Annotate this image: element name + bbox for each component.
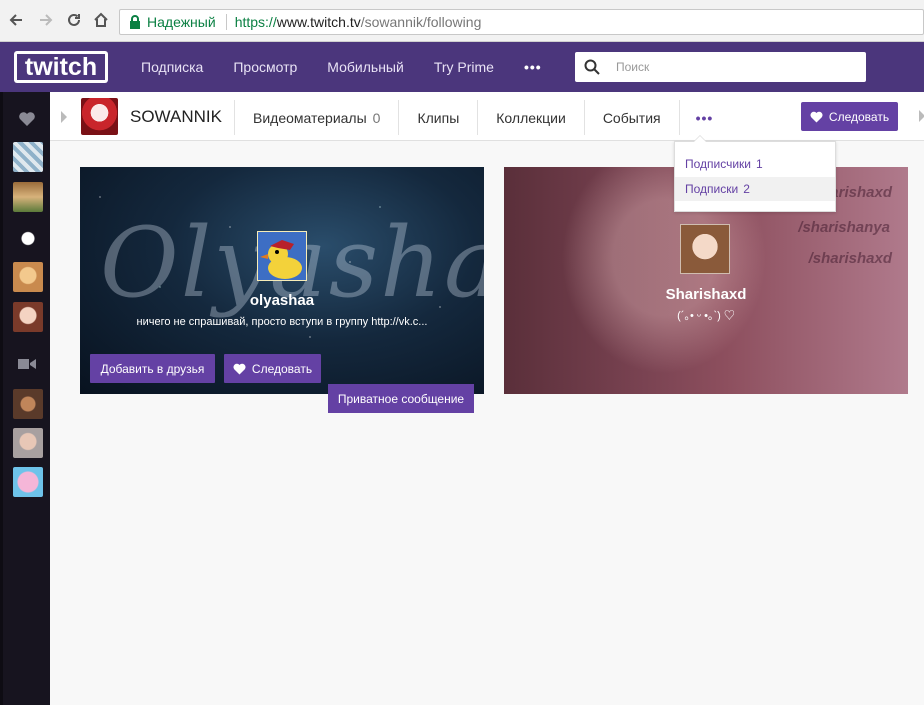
forward-arrow-icon[interactable] xyxy=(36,10,56,30)
url-host: www.twitch.tv xyxy=(276,14,361,30)
nav-subscriptions[interactable]: Подписка xyxy=(126,59,218,75)
banner-text-2: /sharishanya xyxy=(798,219,890,236)
add-friend-button[interactable]: Добавить в друзья xyxy=(90,354,215,383)
followed-avatar-2[interactable] xyxy=(13,182,43,212)
tab-events[interactable]: События xyxy=(583,100,679,135)
url-scheme: https:// xyxy=(234,14,277,30)
tab-clips-label: Клипы xyxy=(417,109,460,126)
channel-follow-label: Следовать xyxy=(828,109,890,124)
collapse-caret-icon[interactable] xyxy=(61,111,67,123)
tab-videos-label: Видеоматериалы xyxy=(253,109,367,126)
private-message-button[interactable]: Приватное сообщение xyxy=(328,384,474,413)
tab-more-button[interactable]: ••• xyxy=(678,100,730,135)
address-divider xyxy=(225,14,227,30)
followed-avatar-5[interactable] xyxy=(13,302,43,332)
card-follow-button[interactable]: Следовать xyxy=(224,354,321,383)
dropdown-item-following[interactable]: Подписки 2 xyxy=(675,177,835,201)
followed-avatar-4[interactable] xyxy=(13,262,43,292)
card-bio: (´｡• ᵕ •｡`) ♡ xyxy=(677,310,735,322)
dropdown-following-count: 2 xyxy=(743,182,750,196)
url-path: /sowannik/following xyxy=(360,14,482,30)
dropdown-item-followers[interactable]: Подписчики 1 xyxy=(675,152,835,176)
twitch-logo[interactable]: twitch xyxy=(12,48,110,86)
card-username[interactable]: olyashaa xyxy=(80,292,484,309)
dropdown-followers-count: 1 xyxy=(756,157,763,171)
secure-label: Надежный xyxy=(147,14,216,30)
card-avatar[interactable] xyxy=(257,231,307,281)
search-icon xyxy=(584,59,600,75)
channel-follow-button[interactable]: Следовать xyxy=(801,102,898,131)
logo-text: twitch xyxy=(25,53,97,81)
nav-mobile[interactable]: Мобильный xyxy=(312,59,419,75)
tab-videos-count: 0 xyxy=(372,109,381,126)
channel-avatar[interactable] xyxy=(81,98,118,135)
channel-name[interactable]: SOWANNIK xyxy=(130,107,222,127)
left-sidebar xyxy=(0,92,50,705)
heart-icon xyxy=(233,363,246,374)
twitch-topbar: twitch Подписка Просмотр Мобильный Try P… xyxy=(0,42,924,92)
followed-avatar-3[interactable] xyxy=(13,222,43,252)
more-dropdown-menu: Подписчики 1 Подписки 2 xyxy=(674,135,836,212)
nav-more-button[interactable]: ••• xyxy=(509,59,557,75)
card-username[interactable]: Sharishaxd xyxy=(504,286,908,303)
tab-clips[interactable]: Клипы xyxy=(398,100,477,135)
top-nav: Подписка Просмотр Мобильный Try Prime ••… xyxy=(126,42,557,92)
tab-videos[interactable]: Видеоматериалы 0 xyxy=(234,100,398,135)
card-follow-label: Следовать xyxy=(251,361,313,376)
address-bar[interactable]: Надежный https://www.twitch.tv/sowannik/… xyxy=(119,9,924,35)
search-box[interactable] xyxy=(575,52,866,82)
browser-toolbar: Надежный https://www.twitch.tv/sowannik/… xyxy=(0,0,924,42)
channel-card-olyashaa[interactable]: Olyasha olyashaa ничего не спрашивай, пр… xyxy=(80,167,484,394)
heart-icon xyxy=(810,111,823,122)
card-bio: ничего не спрашивай, просто вступи в гру… xyxy=(136,316,428,328)
expand-caret-icon[interactable] xyxy=(919,110,924,122)
reload-icon[interactable] xyxy=(64,10,84,30)
dropdown-following-label: Подписки xyxy=(685,182,739,196)
lock-icon xyxy=(130,15,140,29)
live-avatar-2[interactable] xyxy=(13,428,43,458)
dropdown-followers-label: Подписчики xyxy=(685,157,752,171)
banner-text-3: /sharishaxd xyxy=(808,250,892,267)
nav-browse[interactable]: Просмотр xyxy=(218,59,312,75)
nav-try-prime[interactable]: Try Prime xyxy=(419,59,509,75)
home-icon[interactable] xyxy=(91,10,111,30)
card-avatar[interactable] xyxy=(680,224,730,274)
channel-tabs: Видеоматериалы 0 Клипы Коллекции События… xyxy=(234,100,729,135)
heart-icon[interactable] xyxy=(12,104,42,134)
channel-header: SOWANNIK Видеоматериалы 0 Клипы Коллекци… xyxy=(50,92,924,141)
tab-collections[interactable]: Коллекции xyxy=(477,100,584,135)
followed-avatar-1[interactable] xyxy=(13,142,43,172)
tab-events-label: События xyxy=(602,109,661,126)
back-arrow-icon[interactable] xyxy=(6,10,26,30)
tab-collections-label: Коллекции xyxy=(496,109,566,126)
live-avatar-1[interactable] xyxy=(13,389,43,419)
video-camera-icon[interactable] xyxy=(12,349,42,379)
search-input[interactable] xyxy=(616,60,856,74)
live-avatar-3[interactable] xyxy=(13,467,43,497)
